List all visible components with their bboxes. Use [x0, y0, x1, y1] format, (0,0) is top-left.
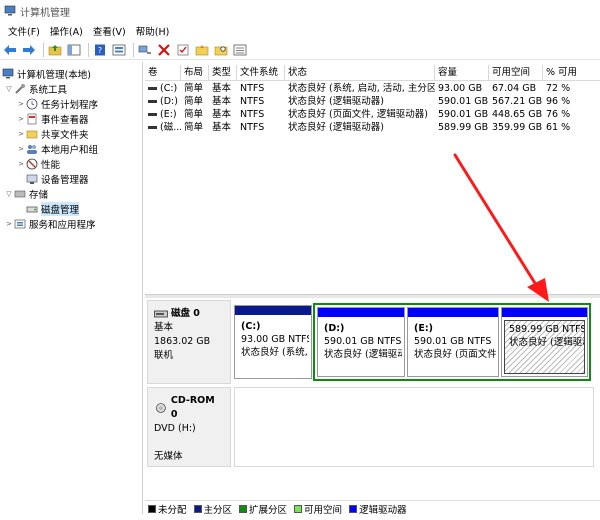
volume-icon [148, 100, 157, 103]
chevron-down-icon[interactable]: ▽ [4, 85, 14, 93]
tree-item-services-apps[interactable]: > 服务和应用程序 [4, 216, 96, 231]
table-row[interactable]: (E:) 简单 基本 NTFS 状态良好 (页面文件, 逻辑驱动器) 590.0… [145, 108, 600, 121]
disk-management-icon [26, 203, 38, 215]
computer-icon [2, 68, 14, 80]
menu-view[interactable]: 查看(V) [88, 24, 131, 38]
properties-icon[interactable] [111, 42, 127, 58]
window-title: 计算机管理 [20, 7, 70, 19]
tree-item-system-tools[interactable]: ▽ 系统工具 [4, 81, 67, 96]
toolbar: ? [0, 40, 600, 60]
col-volume[interactable]: 卷 [145, 65, 181, 81]
up-folder-icon[interactable] [47, 42, 63, 58]
storage-icon [14, 188, 26, 200]
tree-item-local-users[interactable]: > 本地用户和组 [16, 141, 98, 156]
col-filesystem[interactable]: 文件系统 [237, 65, 285, 81]
legend-swatch [294, 504, 303, 513]
forward-icon[interactable] [21, 42, 37, 58]
services-icon [14, 218, 26, 230]
cdrom-0-label[interactable]: CD-ROM 0 DVD (H:) 无媒体 [147, 387, 231, 467]
disk-0-label[interactable]: 磁盘 0 基本 1863.02 GB 联机 [147, 300, 231, 384]
legend: 未分配 主分区 扩展分区 可用空间 逻辑驱动器 [145, 500, 600, 516]
volume-icon [148, 87, 157, 90]
legend-unallocated: 未分配 [148, 502, 187, 516]
table-row[interactable]: (磁... 简单 基本 NTFS 状态良好 (逻辑驱动器) 589.99 GB … [145, 121, 600, 134]
table-row[interactable]: (D:) 简单 基本 NTFS 状态良好 (逻辑驱动器) 590.01 GB 5… [145, 95, 600, 108]
menu-action[interactable]: 操作(A) [45, 24, 88, 38]
legend-logical: 逻辑驱动器 [349, 502, 407, 516]
search-folder-icon[interactable] [213, 42, 229, 58]
legend-free: 可用空间 [294, 502, 342, 516]
hard-disk-icon [154, 310, 168, 318]
toolbar-separator [43, 42, 44, 57]
tree-item-event-viewer[interactable]: > 事件查看器 [16, 111, 89, 126]
tree-item-storage[interactable]: ▽ 存储 [4, 186, 48, 201]
event-log-icon [26, 113, 38, 125]
title-bar: 计算机管理 [0, 0, 600, 22]
logical-drive-bar [318, 308, 404, 317]
tree-item-shared-folders[interactable]: > 共享文件夹 [16, 126, 88, 141]
console-tree: 计算机管理(本地) ▽ 系统工具 > 任务计划程序 > 事件查看器 > 共享文件… [0, 62, 143, 514]
list-view-icon[interactable] [232, 42, 248, 58]
col-capacity[interactable]: 容量 [435, 65, 489, 81]
legend-extended: 扩展分区 [239, 502, 287, 516]
partition-e[interactable]: (E:) 590.01 GB NTFS 状态良好 (页面文件, [407, 307, 499, 377]
legend-swatch [349, 504, 358, 513]
chevron-down-icon[interactable]: ▽ [4, 190, 14, 198]
tree-item-device-manager[interactable]: 设备管理器 [26, 171, 89, 186]
logical-drive-bar [408, 308, 498, 317]
legend-swatch [148, 504, 156, 513]
legend-swatch [239, 504, 248, 513]
chevron-right-icon[interactable]: > [16, 130, 26, 138]
table-row[interactable]: (C:) 简单 基本 NTFS 状态良好 (系统, 启动, 活动, 主分区) 9… [145, 82, 600, 95]
logical-drive-bar [502, 308, 587, 317]
performance-icon [26, 158, 38, 170]
chevron-right-icon[interactable]: > [16, 145, 26, 153]
volume-list: 卷 布局 类型 文件系统 状态 容量 可用空间 % 可用 (C:) 简单 基本 … [145, 63, 600, 293]
chevron-right-icon[interactable]: > [4, 220, 14, 228]
disk-graphical-view: 磁盘 0 基本 1863.02 GB 联机 (C:) 93.00 GB NTFS… [145, 298, 600, 498]
console-tree-icon[interactable] [66, 42, 82, 58]
chevron-right-icon[interactable]: > [16, 100, 26, 108]
col-type[interactable]: 类型 [209, 65, 237, 81]
col-status[interactable]: 状态 [285, 65, 435, 81]
volume-icon [148, 113, 157, 116]
device-manager-icon [26, 173, 38, 185]
cdrom-icon [156, 403, 166, 413]
menu-bar: 文件(F) 操作(A) 查看(V) 帮助(H) [0, 22, 600, 40]
tools-icon [14, 83, 26, 95]
tree-item-task-scheduler[interactable]: > 任务计划程序 [16, 96, 98, 111]
help-icon[interactable]: ? [92, 42, 108, 58]
volume-icon [148, 126, 157, 129]
connect-icon[interactable] [137, 42, 153, 58]
computer-management-icon [4, 5, 16, 16]
delete-icon[interactable] [156, 42, 172, 58]
cdrom-empty-area [234, 387, 594, 467]
legend-primary: 主分区 [193, 502, 232, 516]
open-folder-icon[interactable] [194, 42, 210, 58]
users-icon [26, 143, 38, 155]
toolbar-separator [88, 42, 89, 57]
toolbar-separator [133, 42, 134, 57]
legend-swatch [193, 504, 202, 513]
back-icon[interactable] [2, 42, 18, 58]
svg-text:?: ? [98, 46, 102, 55]
tree-item-disk-management[interactable]: 磁盘管理 [26, 201, 80, 216]
partition-4[interactable]: 589.99 GB NTFS 状态良好 (逻辑驱动器 [501, 307, 588, 377]
col-layout[interactable]: 布局 [181, 65, 209, 81]
check-icon[interactable] [175, 42, 191, 58]
primary-partition-bar [235, 306, 311, 315]
partition-d[interactable]: (D:) 590.01 GB NTFS 状态良好 (逻辑驱动器 [317, 307, 405, 377]
col-percent-free[interactable]: % 可用 [543, 65, 600, 81]
tree-item-performance[interactable]: > 性能 [16, 156, 60, 171]
tree-item-root[interactable]: 计算机管理(本地) [2, 66, 91, 81]
chevron-right-icon[interactable]: > [16, 115, 26, 123]
clock-icon [26, 98, 38, 110]
col-free-space[interactable]: 可用空间 [489, 65, 543, 81]
menu-file[interactable]: 文件(F) [3, 24, 45, 38]
partition-c[interactable]: (C:) 93.00 GB NTFS 状态良好 (系统, 启 [234, 305, 312, 379]
table-header: 卷 布局 类型 文件系统 状态 容量 可用空间 % 可用 [145, 65, 600, 81]
menu-help[interactable]: 帮助(H) [131, 24, 175, 38]
shared-folder-icon [26, 128, 38, 140]
chevron-right-icon[interactable]: > [16, 160, 26, 168]
